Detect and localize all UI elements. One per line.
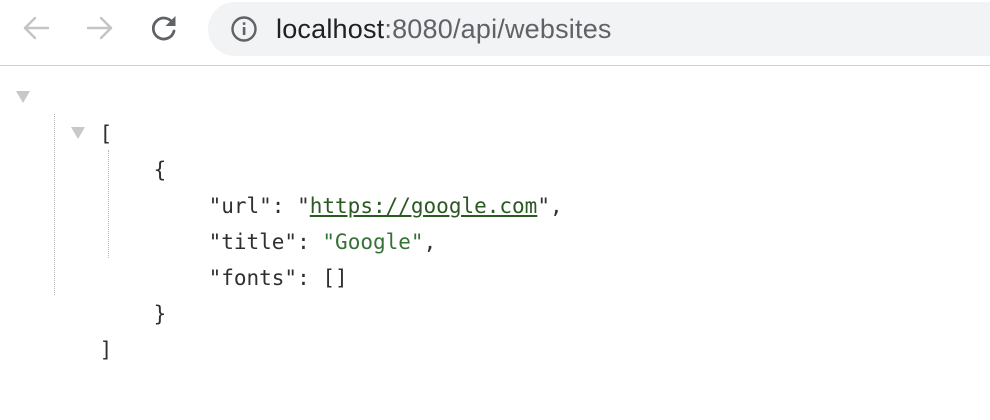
reload-button[interactable]	[146, 10, 182, 46]
quote: "	[410, 230, 424, 254]
reload-icon	[151, 16, 176, 41]
comma: ,	[549, 194, 563, 218]
json-field-url: "url": "https://google.com",	[158, 152, 563, 218]
arrow-left-icon	[23, 16, 50, 40]
info-icon[interactable]	[230, 15, 258, 43]
json-field-fonts: "fonts": []	[158, 224, 348, 290]
comma: ,	[423, 230, 437, 254]
json-field-title: "title": "Google",	[158, 188, 437, 254]
json-line-open-brace: {	[103, 116, 167, 182]
forward-button[interactable]	[82, 10, 118, 46]
address-bar[interactable]: localhost:8080/api/websites	[208, 2, 990, 56]
arrow-right-icon	[86, 16, 113, 40]
json-line-open-bracket: [	[49, 80, 113, 146]
json-viewer: [ { "url": "https://google.com", "title"…	[0, 66, 990, 420]
close-brace: }	[153, 302, 167, 326]
browser-toolbar: localhost:8080/api/websites	[0, 0, 990, 66]
close-bracket: ]	[99, 338, 113, 362]
url-path: :8080/api/websites	[384, 14, 612, 44]
back-button[interactable]	[18, 10, 54, 46]
collapse-array-toggle[interactable]	[16, 91, 30, 103]
json-line-close-bracket: ]	[49, 296, 113, 362]
colon: :	[297, 266, 323, 290]
json-line-close-brace: }	[103, 260, 167, 326]
url-text[interactable]: localhost:8080/api/websites	[276, 2, 612, 56]
json-key: "fonts"	[208, 266, 298, 290]
json-empty-array: []	[322, 266, 348, 290]
url-host: localhost	[276, 14, 385, 44]
quote: "	[537, 194, 550, 218]
